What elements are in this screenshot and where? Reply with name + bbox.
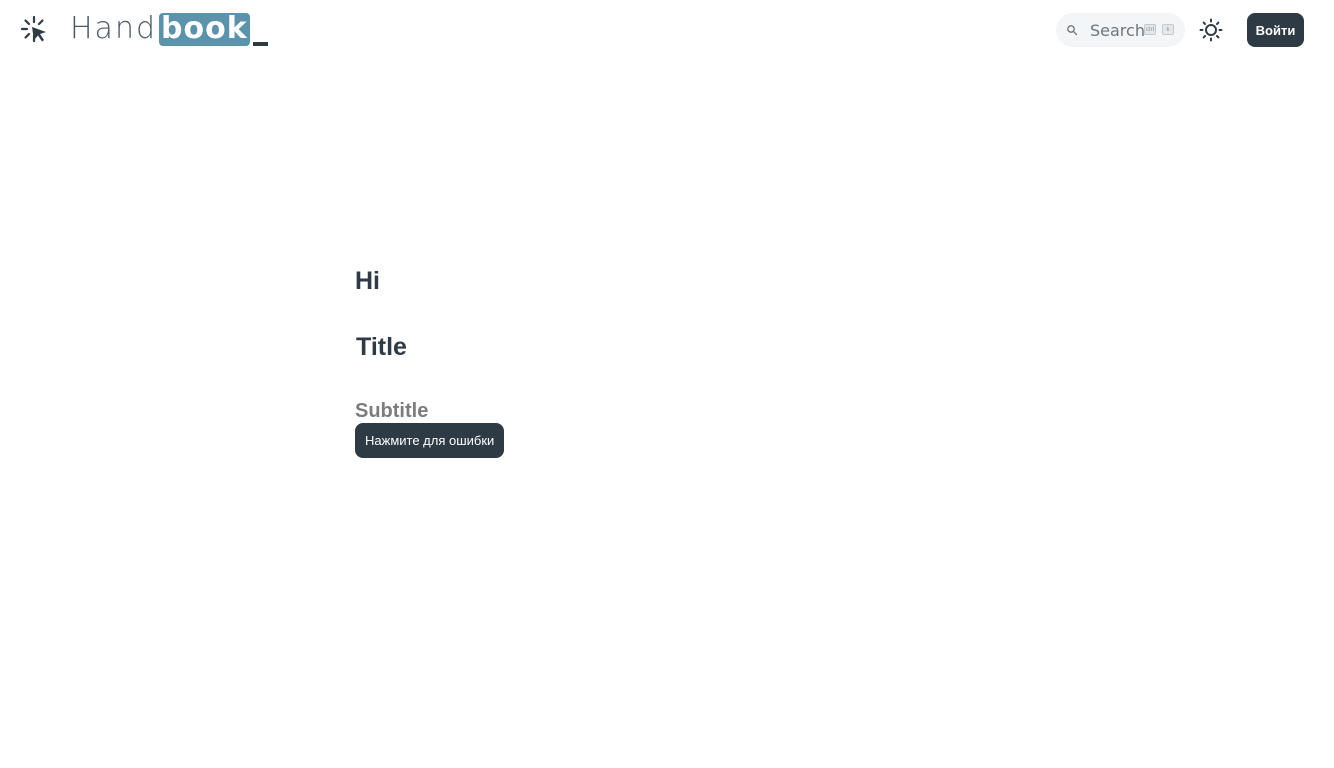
login-button[interactable]: Войти [1247, 13, 1304, 47]
page-title: Title [356, 333, 407, 361]
logo-wordmark: Hand book [70, 10, 268, 46]
greeting-heading: Hi [355, 267, 380, 295]
trigger-error-button[interactable]: Нажмите для ошибки [355, 423, 505, 458]
logo-text-hand: Hand [70, 11, 157, 46]
sun-icon [1199, 18, 1223, 42]
shortcut-key-ctrl: ctrl [1144, 24, 1156, 35]
search-button[interactable]: Search ctrl k [1056, 13, 1185, 47]
logo-text-book: book [159, 11, 250, 46]
search-label: Search [1090, 21, 1145, 40]
theme-toggle-button[interactable] [1199, 18, 1223, 42]
shortcut-key-k: k [1162, 24, 1174, 35]
logo-cursor-bar [252, 42, 268, 46]
site-header: Hand book Search ctrl k Войти [0, 0, 1334, 62]
sparkle-cursor-icon [20, 15, 46, 43]
page-subtitle: Subtitle [355, 400, 429, 422]
search-icon [1067, 25, 1078, 36]
